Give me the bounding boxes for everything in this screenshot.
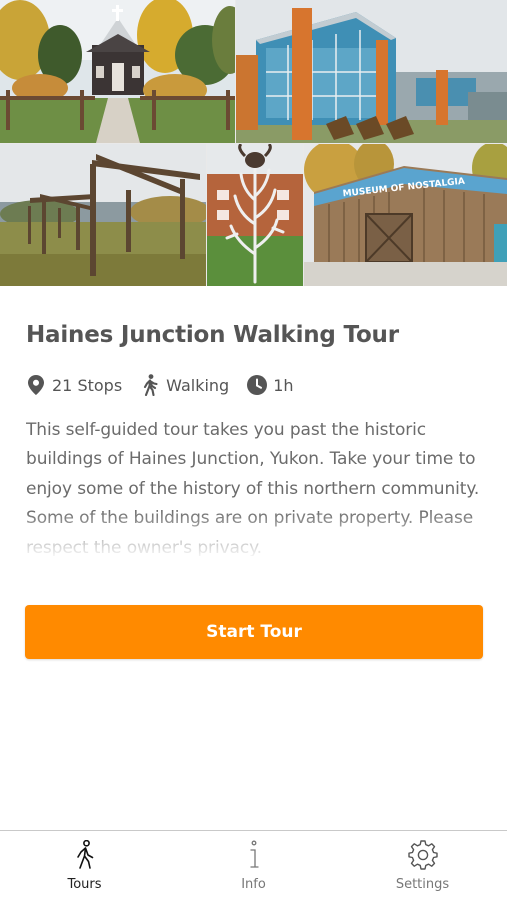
tab-info-label: Info [241,877,266,892]
stops-count: 21 Stops [26,374,122,396]
church-photo [0,0,235,143]
walking-icon [140,374,160,396]
start-tour-label: Start Tour [206,622,302,642]
tab-tours-label: Tours [67,877,102,892]
visitor-centre-photo [236,0,507,143]
stops-label: 21 Stops [52,375,123,395]
location-pin-icon [26,374,46,396]
travel-mode: Walking [140,374,229,396]
bottom-tab-bar: Tours Info Settings [0,830,507,900]
tab-info[interactable]: Info [169,831,338,900]
tour-meta: 21 Stops Walking 1h [26,372,312,398]
tour-photo-collage: MUSEUM OF NOSTALGIA [0,0,507,286]
duration-label: 1h [273,375,294,395]
museum-of-nostalgia-photo: MUSEUM OF NOSTALGIA [304,144,507,286]
travel-mode-label: Walking [166,375,230,395]
tab-tours[interactable]: Tours [0,831,169,900]
clock-icon [247,374,268,396]
tour-description-container: This self-guided tour takes you past the… [26,416,484,556]
timber-arbour-photo [0,144,206,286]
info-icon [238,839,270,871]
tab-settings[interactable]: Settings [338,831,507,900]
antler-sculpture-photo [207,144,303,286]
walking-icon [69,839,101,871]
tab-settings-label: Settings [395,877,450,892]
description-fade [26,510,484,556]
duration: 1h [247,374,294,396]
tour-title: Haines Junction Walking Tour [26,322,399,348]
start-tour-button[interactable]: Start Tour [25,605,483,659]
gear-icon [407,839,439,871]
